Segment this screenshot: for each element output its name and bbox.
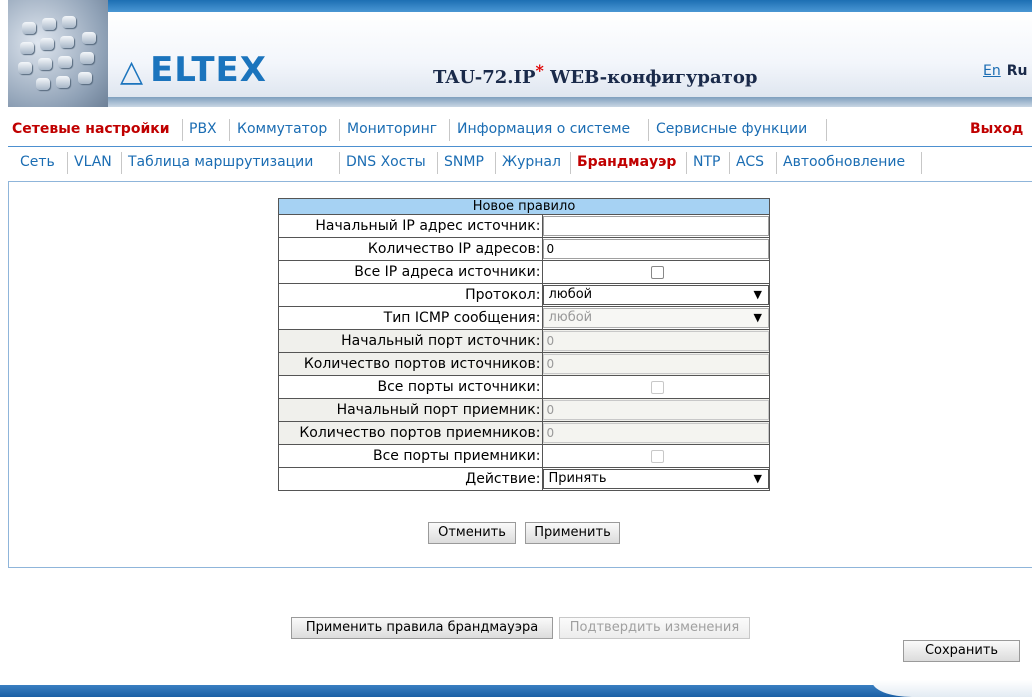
all-src-ip-checkbox[interactable]: [650, 265, 664, 279]
action-select[interactable]: Принять ▼: [543, 469, 769, 489]
confirm-changes-button[interactable]: Подтвердить изменения: [559, 617, 750, 639]
submenu-vlan[interactable]: VLAN: [74, 154, 112, 170]
action-label: Действие:: [277, 467, 544, 491]
menu-service[interactable]: Сервисные функции: [656, 121, 807, 137]
dst-port-count-label: Количество портов приемников:: [277, 421, 544, 445]
eltex-mark-icon: △: [120, 54, 145, 89]
dropdown-arrow-icon: ▼: [753, 311, 762, 324]
all-src-ip-label: Все IP адреса источники:: [277, 260, 544, 284]
new-rule-form: Новое правило Начальный IP адрес источни…: [277, 198, 770, 491]
all-dst-ports-checkbox[interactable]: [650, 449, 664, 463]
src-port-label: Начальный порт источник:: [277, 329, 544, 353]
all-src-ports-checkbox[interactable]: [650, 380, 664, 394]
sub-menu: Сеть VLAN Таблица маршрутизации DNS Хост…: [8, 150, 1032, 176]
submenu-ntp[interactable]: NTP: [693, 154, 720, 170]
dropdown-arrow-icon: ▼: [753, 288, 762, 301]
menu-monitoring[interactable]: Мониторинг: [347, 121, 437, 137]
cancel-button[interactable]: Отменить: [428, 522, 516, 544]
menu-switch[interactable]: Коммутатор: [237, 121, 327, 137]
header-top-bar: [8, 0, 1032, 12]
menu-system-info[interactable]: Информация о системе: [457, 121, 630, 137]
menu-divider: [8, 146, 1032, 147]
src-port-input[interactable]: 0: [543, 331, 769, 351]
main-menu: Сетевые настройки PBX Коммутатор Монитор…: [8, 117, 1032, 143]
dst-port-label: Начальный порт приемник:: [277, 398, 544, 422]
keypad-photo: [8, 0, 108, 107]
protocol-select[interactable]: любой ▼: [543, 285, 769, 305]
dst-port-count-input[interactable]: 0: [543, 423, 769, 443]
all-dst-ports-label: Все порты приемники:: [277, 444, 544, 468]
icmp-select[interactable]: любой ▼: [543, 308, 769, 328]
menu-network[interactable]: Сетевые настройки: [12, 121, 170, 137]
language-switch: En Ru: [983, 63, 1027, 79]
dropdown-arrow-icon: ▼: [753, 472, 762, 485]
lang-ru-link[interactable]: Ru: [1007, 63, 1028, 79]
form-header: Новое правило: [278, 198, 770, 215]
page-title: TAU-72.IP* WEB-конфигуратор: [433, 61, 758, 88]
protocol-label: Протокол:: [277, 283, 544, 307]
submenu-journal[interactable]: Журнал: [502, 154, 561, 170]
submenu-net[interactable]: Сеть: [20, 154, 55, 170]
submenu-snmp[interactable]: SNMP: [444, 154, 484, 170]
save-button[interactable]: Сохранить: [903, 640, 1020, 662]
src-port-count-label: Количество портов источников:: [277, 352, 544, 376]
ip-count-label: Количество IP адресов:: [277, 237, 544, 261]
submenu-autoupdate[interactable]: Автообновление: [783, 154, 905, 170]
apply-button[interactable]: Применить: [525, 522, 620, 544]
header-bottom-bar: [8, 97, 1032, 107]
menu-pbx[interactable]: PBX: [189, 121, 217, 137]
icmp-label: Тип ICMP сообщения:: [277, 306, 544, 330]
submenu-dns-hosts[interactable]: DNS Хосты: [346, 154, 426, 170]
all-src-ports-label: Все порты источники:: [277, 375, 544, 399]
eltex-logo: △ ELTEX: [120, 50, 267, 90]
apply-firewall-rules-button[interactable]: Применить правила брандмауэра: [291, 617, 553, 639]
footer-curve: [872, 680, 1032, 697]
ip-count-input[interactable]: 0: [543, 239, 769, 259]
submenu-acs[interactable]: ACS: [736, 154, 764, 170]
src-ip-label: Начальный IP адрес источник:: [277, 214, 544, 238]
src-ip-input[interactable]: [543, 216, 769, 236]
submenu-firewall[interactable]: Брандмауэр: [577, 154, 676, 170]
submenu-routing[interactable]: Таблица маршрутизации: [128, 154, 313, 170]
lang-en-link[interactable]: En: [983, 63, 1001, 79]
exit-link[interactable]: Выход: [970, 121, 1023, 137]
dst-port-input[interactable]: 0: [543, 400, 769, 420]
header: △ ELTEX TAU-72.IP* WEB-конфигуратор En Ru: [8, 0, 1032, 107]
src-port-count-input[interactable]: 0: [543, 354, 769, 374]
